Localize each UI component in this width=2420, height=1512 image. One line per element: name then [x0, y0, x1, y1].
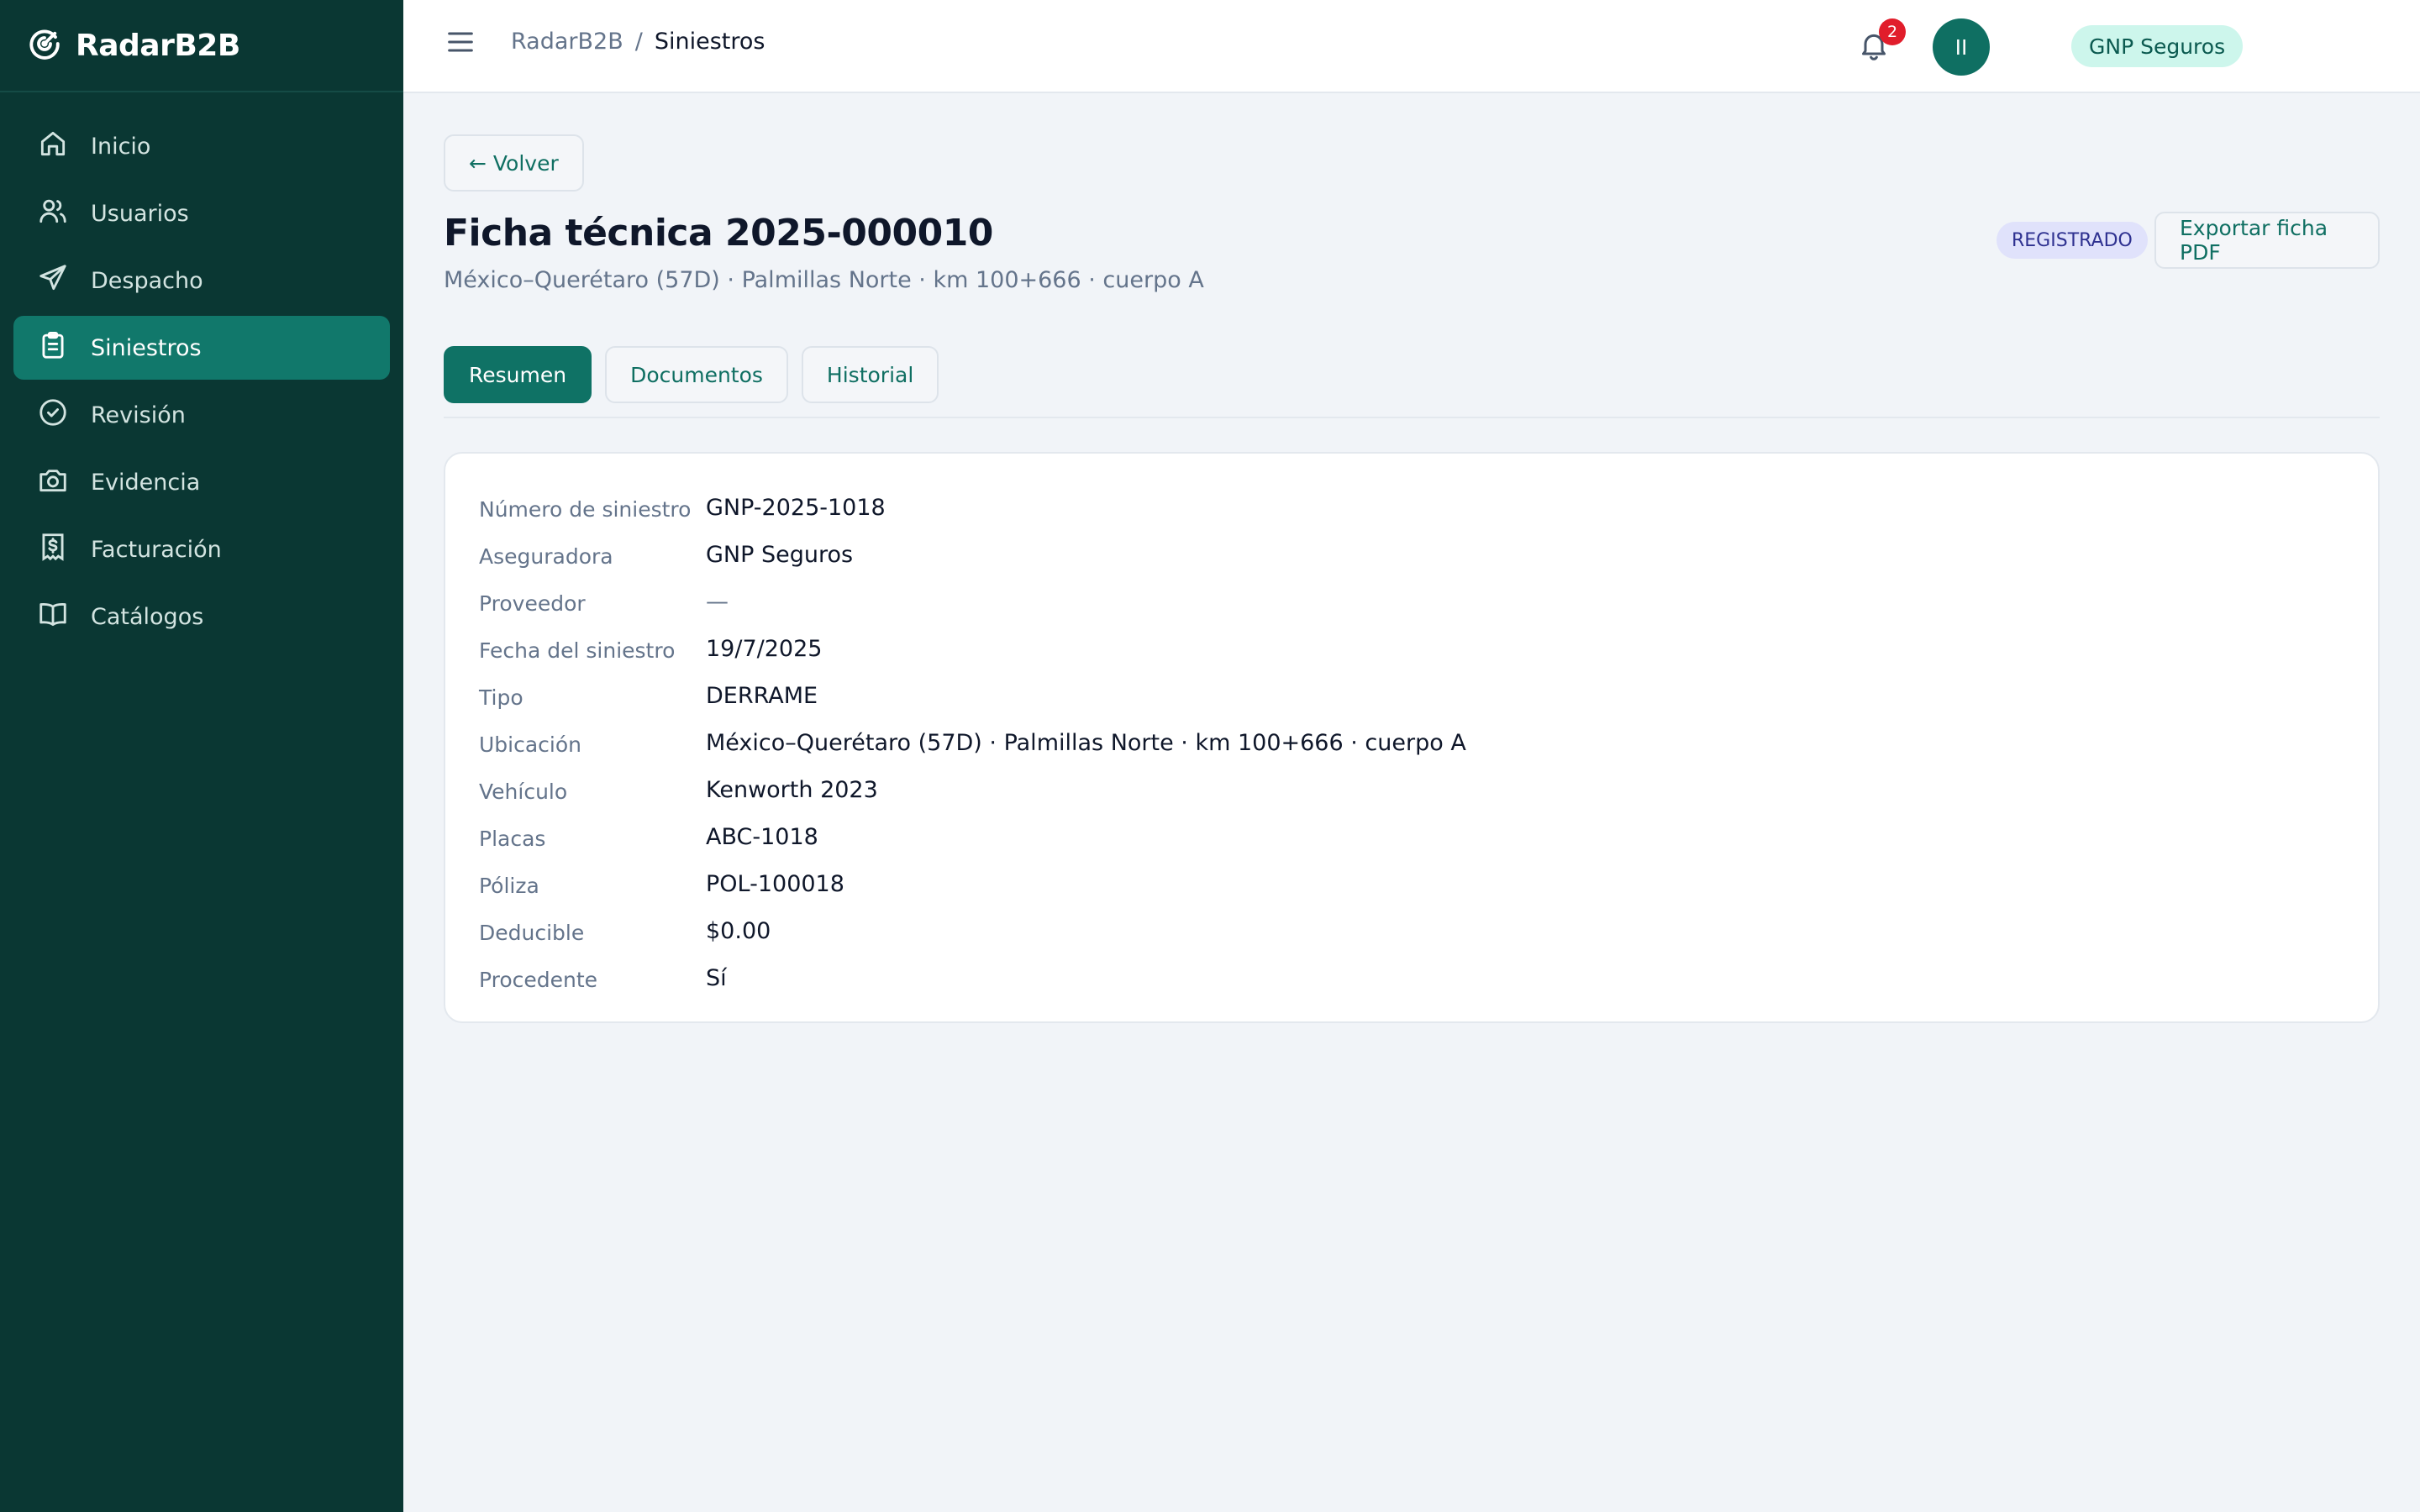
tab-historial[interactable]: Historial: [801, 346, 939, 403]
detail-value: —: [706, 588, 729, 615]
detail-value: DERRAME: [706, 682, 818, 709]
brand-name: RadarB2B: [76, 28, 240, 63]
detail-row: Deducible $0.00: [479, 907, 1466, 954]
detail-label: Póliza: [479, 873, 539, 898]
invoice-icon: [37, 531, 69, 569]
sidebar-item-label: Despacho: [91, 267, 203, 294]
details-list: Número de siniestro GNP-2025-1018 Asegura…: [479, 484, 1466, 1001]
detail-value: POL-100018: [706, 870, 844, 897]
detail-label: Fecha del siniestro: [479, 638, 676, 663]
sidebar-item-revision[interactable]: Revisión: [13, 383, 390, 447]
detail-value: Kenworth 2023: [706, 776, 878, 803]
detail-label: Procedente: [479, 967, 598, 992]
back-button[interactable]: ← Volver: [444, 134, 584, 192]
clipboard-icon: [37, 329, 69, 367]
detail-label: Vehículo: [479, 779, 568, 804]
detail-row: Procedente Sí: [479, 954, 1466, 1001]
home-icon: [37, 128, 69, 165]
detail-label: Proveedor: [479, 591, 586, 616]
breadcrumb-separator: /: [634, 29, 643, 55]
radar-logo-icon: [27, 26, 62, 65]
detail-value: México–Querétaro (57D) · Palmillas Norte…: [706, 729, 1466, 756]
avatar[interactable]: II: [1933, 18, 1990, 76]
sidebar-item-evidencia[interactable]: Evidencia: [13, 450, 390, 514]
status-badge: REGISTRADO: [1996, 222, 2148, 259]
detail-row: Fecha del siniestro 19/7/2025: [479, 625, 1466, 672]
sidebar-item-facturacion[interactable]: Facturación: [13, 517, 390, 581]
sidebar-item-inicio[interactable]: Inicio: [13, 114, 390, 178]
sidebar-item-despacho[interactable]: Despacho: [13, 249, 390, 312]
detail-row: Ubicación México–Querétaro (57D) · Palmil…: [479, 719, 1466, 766]
export-pdf-button[interactable]: Exportar ficha PDF: [2154, 212, 2380, 269]
topbar: RadarB2B / Siniestros GNP Seguros: [403, 0, 2420, 93]
detail-row: Vehículo Kenworth 2023: [479, 766, 1466, 813]
users-icon: [37, 195, 69, 233]
sidebar-item-label: Usuarios: [91, 200, 189, 227]
details-card: Número de siniestro GNP-2025-1018 Asegura…: [444, 452, 2380, 1023]
detail-row: Aseguradora GNP Seguros: [479, 531, 1466, 578]
send-icon: [37, 262, 69, 300]
detail-value: ABC-1018: [706, 823, 818, 850]
book-icon: [37, 598, 69, 636]
sidebar-nav: Inicio Usuarios Despacho Siniestros Revi…: [0, 92, 403, 648]
sidebar-item-catalogos[interactable]: Catálogos: [13, 585, 390, 648]
tab-documentos[interactable]: Documentos: [605, 346, 788, 403]
detail-value: GNP Seguros: [706, 541, 854, 568]
detail-value: $0.00: [706, 917, 771, 944]
detail-row: Número de siniestro GNP-2025-1018: [479, 484, 1466, 531]
sidebar: RadarB2B Inicio Usuarios Despacho Sinies…: [0, 0, 403, 1512]
check-circle-icon: [37, 396, 69, 434]
detail-label: Deducible: [479, 920, 585, 945]
notification-badge: 2: [1879, 18, 1906, 45]
detail-row: Póliza POL-100018: [479, 860, 1466, 907]
detail-value: Sí: [706, 964, 727, 991]
detail-value: 19/7/2025: [706, 635, 823, 662]
sidebar-item-label: Revisión: [91, 402, 186, 428]
detail-label: Tipo: [479, 685, 523, 710]
tabs: Resumen Documentos Historial: [444, 346, 939, 403]
detail-row: Tipo DERRAME: [479, 672, 1466, 719]
sidebar-item-siniestros[interactable]: Siniestros: [13, 316, 390, 380]
detail-label: Aseguradora: [479, 543, 613, 569]
breadcrumb-root[interactable]: RadarB2B: [511, 29, 623, 55]
breadcrumb-current: Siniestros: [654, 29, 765, 55]
sidebar-item-label: Evidencia: [91, 469, 201, 496]
sidebar-item-label: Facturación: [91, 536, 222, 563]
tenant-chip[interactable]: GNP Seguros: [2071, 25, 2244, 67]
detail-label: Placas: [479, 826, 546, 851]
sidebar-item-label: Inicio: [91, 133, 151, 160]
breadcrumb: RadarB2B / Siniestros: [511, 29, 765, 55]
tabs-divider: [444, 417, 2380, 418]
detail-label: Ubicación: [479, 732, 582, 757]
detail-label: Número de siniestro: [479, 496, 692, 522]
sidebar-item-label: Siniestros: [91, 334, 202, 361]
camera-icon: [37, 464, 69, 501]
detail-row: Placas ABC-1018: [479, 813, 1466, 860]
sidebar-item-usuarios[interactable]: Usuarios: [13, 181, 390, 245]
detail-row: Proveedor —: [479, 578, 1466, 625]
brand[interactable]: RadarB2B: [0, 0, 403, 92]
sidebar-item-label: Catálogos: [91, 603, 204, 630]
tab-resumen[interactable]: Resumen: [444, 346, 592, 403]
detail-value: GNP-2025-1018: [706, 494, 886, 521]
page-title: Ficha técnica 2025-000010: [444, 212, 993, 255]
menu-icon[interactable]: [444, 25, 477, 59]
page-subtitle: México–Querétaro (57D) · Palmillas Norte…: [444, 267, 1204, 293]
